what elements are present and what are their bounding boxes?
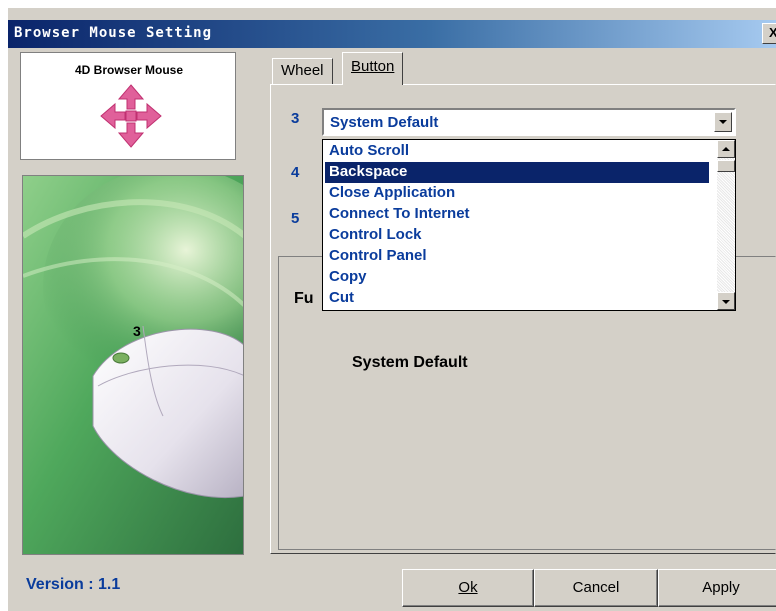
dropdown-scrollbar[interactable] [717, 140, 735, 310]
mouse-illustration: 3 [22, 175, 244, 555]
action-dropdown-list[interactable]: Auto Scroll Backspace Close Application … [322, 139, 736, 311]
combo-value: System Default [330, 114, 439, 131]
chevron-down-icon [722, 300, 730, 304]
logo-box: 4D Browser Mouse [20, 52, 236, 160]
scroll-down-button[interactable] [717, 292, 735, 310]
cancel-button[interactable]: Cancel [534, 569, 658, 607]
dropdown-item-auto-scroll[interactable]: Auto Scroll [325, 141, 709, 162]
chevron-up-icon [722, 147, 730, 151]
button-number-5: 5 [291, 210, 300, 227]
top-strip [8, 8, 776, 20]
dropdown-arrow-button[interactable] [714, 112, 732, 132]
four-way-arrow-icon [100, 84, 162, 148]
mouse-button-label: 3 [133, 323, 141, 339]
function-value: System Default [352, 354, 468, 371]
tab-button[interactable]: Button [342, 52, 404, 85]
dropdown-item-backspace[interactable]: Backspace [325, 162, 709, 183]
version-label: Version : 1.1 [26, 576, 121, 593]
title-bar[interactable]: Browser Mouse Setting X [8, 20, 776, 48]
dropdown-item-close-application[interactable]: Close Application [325, 183, 709, 204]
dropdown-item-control-panel[interactable]: Control Panel [325, 246, 709, 267]
function-label: Fu [294, 290, 314, 307]
dropdown-item-control-lock[interactable]: Control Lock [325, 225, 709, 246]
dropdown-item-cut[interactable]: Cut [325, 288, 709, 309]
scroll-thumb[interactable] [717, 160, 735, 172]
apply-button[interactable]: Apply [658, 569, 776, 607]
logo-text: 4D Browser Mouse [74, 63, 184, 77]
dropdown-item-connect-to-internet[interactable]: Connect To Internet [325, 204, 709, 225]
window-title: Browser Mouse Setting [14, 25, 213, 41]
dropdown-item-copy[interactable]: Copy [325, 267, 709, 288]
scroll-up-button[interactable] [717, 140, 735, 158]
chevron-down-icon [719, 120, 727, 124]
tab-wheel[interactable]: Wheel [272, 58, 333, 84]
close-button[interactable]: X [762, 23, 776, 44]
button3-action-select[interactable]: System Default [322, 108, 736, 136]
apply-label: Apply [702, 579, 740, 596]
mouse-artwork: 3 [23, 176, 243, 554]
button-number-4: 4 [291, 164, 300, 181]
tab-button-label: Button [351, 58, 395, 75]
ok-button[interactable]: Ok [402, 569, 534, 607]
button-number-3: 3 [291, 110, 300, 127]
ok-label: Ok [458, 579, 478, 596]
cancel-label: Cancel [572, 579, 620, 596]
